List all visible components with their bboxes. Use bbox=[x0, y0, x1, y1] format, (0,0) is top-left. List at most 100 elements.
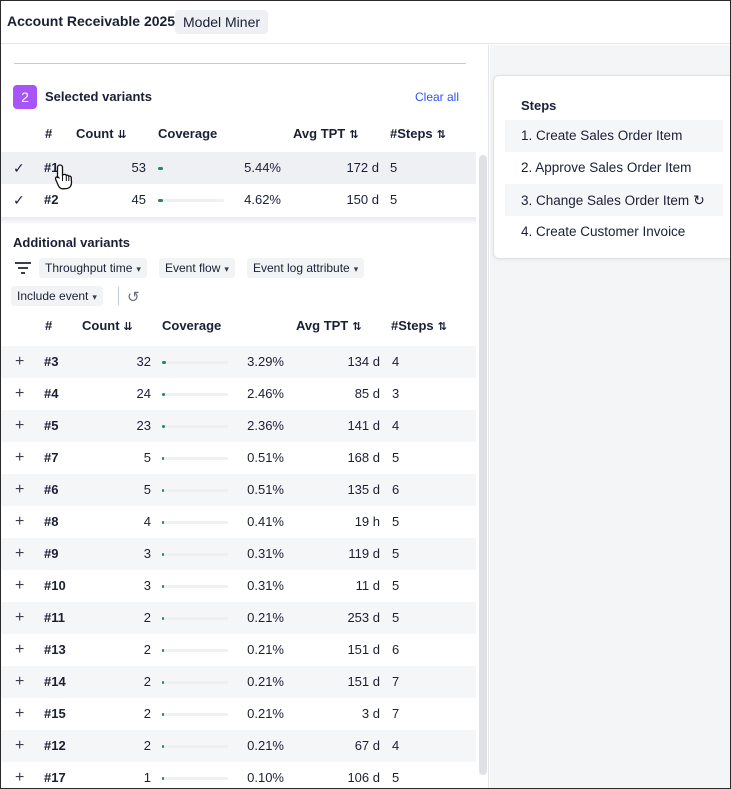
step-label: 3. Change Sales Order Item bbox=[521, 193, 690, 208]
filter-label: Event log attribute bbox=[253, 261, 350, 275]
avg-tpt-value: 135 d bbox=[347, 482, 380, 497]
check-icon: ✓ bbox=[13, 192, 25, 208]
coverage-bar bbox=[162, 585, 228, 588]
filter-icon[interactable] bbox=[15, 261, 31, 275]
col-avg-tpt[interactable]: Avg TPT ⇅ bbox=[293, 122, 358, 147]
app-title: Account Receivable 2025 bbox=[7, 13, 176, 29]
avg-tpt-value: 168 d bbox=[347, 450, 380, 465]
add-variant-icon[interactable]: + bbox=[15, 410, 24, 442]
table-row[interactable]: + #8 4 0.41% 19 h 5 bbox=[1, 506, 476, 538]
add-variant-icon[interactable]: + bbox=[15, 762, 24, 788]
clear-all-button[interactable]: Clear all bbox=[415, 90, 459, 104]
sort-icon: ⇅ bbox=[436, 129, 446, 141]
col-number: # bbox=[45, 126, 53, 141]
table-row[interactable]: + #7 5 0.51% 168 d 5 bbox=[1, 442, 476, 474]
variant-count: 3 bbox=[143, 546, 151, 561]
table-row[interactable]: + #9 3 0.31% 119 d 5 bbox=[1, 538, 476, 570]
table-row[interactable]: + #12 2 0.21% 67 d 4 bbox=[1, 730, 476, 762]
step-item[interactable]: 3. Change Sales Order Item ↻ bbox=[505, 184, 723, 216]
step-item[interactable]: 1. Create Sales Order Item bbox=[505, 120, 723, 152]
variant-count: 2 bbox=[143, 642, 151, 657]
add-variant-icon[interactable]: + bbox=[15, 442, 24, 474]
col-avg-tpt-label: Avg TPT bbox=[293, 126, 346, 141]
additional-table-header: # Count ⇊ Coverage Avg TPT ⇅ #Steps ⇅ bbox=[1, 314, 476, 338]
coverage-bar-fill bbox=[162, 553, 165, 556]
table-row[interactable]: + #10 3 0.31% 11 d 5 bbox=[1, 570, 476, 602]
avg-tpt-value: 134 d bbox=[347, 354, 380, 369]
table-row[interactable]: + #17 1 0.10% 106 d 5 bbox=[1, 762, 476, 788]
table-row[interactable]: + #15 2 0.21% 3 d 7 bbox=[1, 698, 476, 730]
coverage-value: 5.44% bbox=[244, 160, 281, 175]
coverage-value: 0.21% bbox=[247, 610, 284, 625]
variant-number: #6 bbox=[44, 482, 59, 497]
filter-throughput-time[interactable]: Throughput time ▾ bbox=[39, 258, 147, 278]
add-variant-icon[interactable]: + bbox=[15, 634, 24, 666]
steps-count: 6 bbox=[392, 642, 400, 657]
step-item[interactable]: 4. Create Customer Invoice bbox=[505, 216, 723, 248]
variant-number: #11 bbox=[44, 610, 65, 625]
coverage-bar-fill bbox=[162, 361, 166, 364]
filter-include-event[interactable]: Include event ▾ bbox=[11, 286, 103, 306]
table-row[interactable]: + #5 23 2.36% 141 d 4 bbox=[1, 410, 476, 442]
selected-count-badge: 2 bbox=[13, 85, 37, 109]
step-label: 2. Approve Sales Order Item bbox=[521, 160, 692, 175]
add-variant-icon[interactable]: + bbox=[15, 378, 24, 410]
coverage-bar bbox=[158, 199, 224, 202]
col-coverage: Coverage bbox=[158, 126, 218, 141]
coverage-bar-fill bbox=[162, 393, 166, 396]
add-variant-icon[interactable]: + bbox=[15, 538, 24, 570]
table-row[interactable]: + #6 5 0.51% 135 d 6 bbox=[1, 474, 476, 506]
variant-count: 5 bbox=[143, 450, 151, 465]
avg-tpt-value: 3 d bbox=[361, 706, 380, 721]
variant-number: #9 bbox=[44, 546, 59, 561]
mode-chip[interactable]: Model Miner bbox=[175, 10, 269, 34]
col-steps[interactable]: #Steps ⇅ bbox=[390, 122, 446, 147]
add-variant-icon[interactable]: + bbox=[15, 474, 24, 506]
table-row[interactable]: + #11 2 0.21% 253 d 5 bbox=[1, 602, 476, 634]
col-count-label: Count bbox=[82, 318, 120, 333]
refresh-icon[interactable]: ↻ bbox=[693, 184, 705, 216]
table-row[interactable]: + #4 24 2.46% 85 d 3 bbox=[1, 378, 476, 410]
reset-filters-icon[interactable]: ↺ bbox=[127, 288, 140, 306]
scrollbar[interactable] bbox=[479, 155, 487, 775]
coverage-value: 4.62% bbox=[244, 192, 281, 207]
variant-count: 45 bbox=[131, 192, 146, 207]
coverage-bar-fill bbox=[162, 745, 165, 748]
add-variant-icon[interactable]: + bbox=[15, 730, 24, 762]
hand-cursor-icon bbox=[54, 164, 73, 190]
col-steps[interactable]: #Steps ⇅ bbox=[391, 314, 447, 339]
table-row[interactable]: + #3 32 3.29% 134 d 4 bbox=[1, 346, 476, 378]
step-label: 1. Create Sales Order Item bbox=[521, 128, 683, 143]
table-row[interactable]: + #14 2 0.21% 151 d 7 bbox=[1, 666, 476, 698]
col-count[interactable]: Count ⇊ bbox=[82, 314, 133, 339]
step-item[interactable]: 2. Approve Sales Order Item bbox=[505, 152, 723, 184]
variant-count: 3 bbox=[143, 578, 151, 593]
coverage-bar-fill bbox=[158, 167, 163, 170]
coverage-value: 0.21% bbox=[247, 642, 284, 657]
coverage-value: 0.21% bbox=[247, 674, 284, 689]
filter-event-log-attribute[interactable]: Event log attribute ▾ bbox=[247, 258, 365, 278]
steps-card: Steps 1. Create Sales Order Item 2. Appr… bbox=[493, 75, 730, 259]
add-variant-icon[interactable]: + bbox=[15, 346, 24, 378]
variant-number: #7 bbox=[44, 450, 59, 465]
add-variant-icon[interactable]: + bbox=[15, 602, 24, 634]
steps-count: 6 bbox=[392, 482, 400, 497]
col-avg-tpt[interactable]: Avg TPT ⇅ bbox=[296, 314, 361, 339]
coverage-value: 0.21% bbox=[247, 706, 284, 721]
col-count[interactable]: Count ⇊ bbox=[76, 122, 127, 147]
filter-label: Include event bbox=[17, 289, 89, 303]
avg-tpt-value: 119 d bbox=[348, 546, 380, 561]
add-variant-icon[interactable]: + bbox=[15, 506, 24, 538]
variant-count: 24 bbox=[136, 386, 151, 401]
filter-event-flow[interactable]: Event flow ▾ bbox=[159, 258, 235, 278]
add-variant-icon[interactable]: + bbox=[15, 698, 24, 730]
steps-count: 5 bbox=[390, 160, 398, 175]
steps-count: 5 bbox=[392, 450, 400, 465]
add-variant-icon[interactable]: + bbox=[15, 570, 24, 602]
variant-number: #3 bbox=[44, 354, 59, 369]
variants-panel: 2 Selected variants Clear all # Count ⇊ C… bbox=[1, 45, 489, 788]
table-row[interactable]: + #13 2 0.21% 151 d 6 bbox=[1, 634, 476, 666]
coverage-bar bbox=[162, 745, 228, 748]
app-window: Account Receivable 2025 Model Miner 2 Se… bbox=[0, 0, 731, 789]
add-variant-icon[interactable]: + bbox=[15, 666, 24, 698]
